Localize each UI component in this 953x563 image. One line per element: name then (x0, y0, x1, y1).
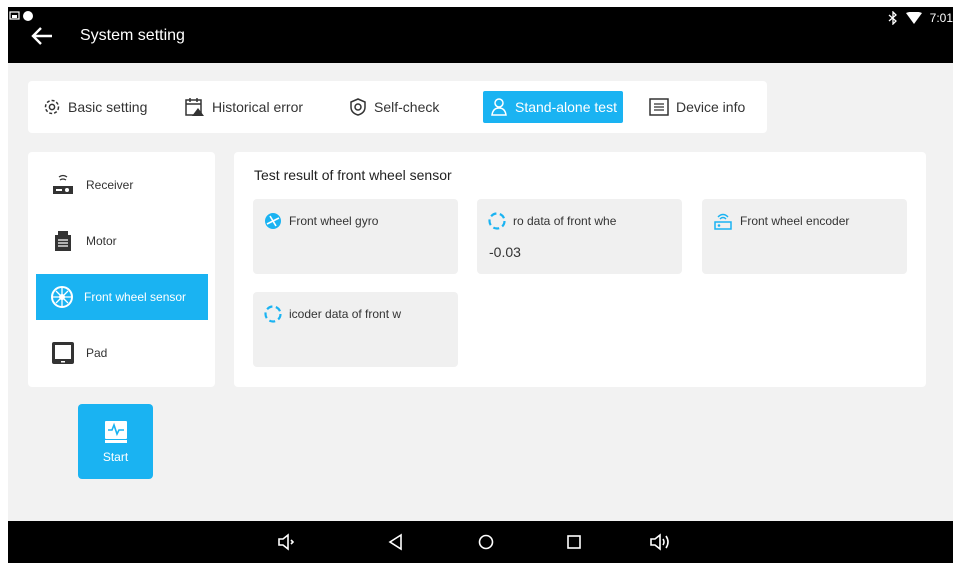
loading-ring-icon (488, 212, 506, 230)
back-arrow-icon[interactable] (30, 25, 54, 52)
sidebar-item-label: Front wheel sensor (84, 290, 187, 304)
tab-stand-alone-test[interactable]: Stand-alone test (483, 91, 623, 123)
shield-check-icon (350, 98, 366, 116)
recents-square-icon[interactable] (564, 532, 584, 552)
tab-label: Device info (676, 99, 746, 115)
person-icon (491, 98, 507, 116)
wheel-icon (51, 286, 73, 308)
card-value: -0.03 (489, 244, 521, 260)
calendar-warning-icon (185, 98, 204, 116)
start-label: Start (102, 449, 129, 464)
card-label: Front wheel gyro (289, 214, 379, 228)
monitor-pulse-icon (104, 420, 127, 443)
sidebar: Receiver Motor Front wheel sensor Pad (28, 152, 215, 387)
tab-device-info[interactable]: Device info (642, 91, 751, 123)
wifi-icon (905, 12, 922, 24)
card-gyro-data: ro data of front whe -0.03 (477, 199, 682, 274)
pad-icon (52, 342, 74, 364)
tab-label: Stand-alone test (515, 99, 617, 115)
system-nav-bar (8, 521, 953, 563)
panel-title: Test result of front wheel sensor (254, 167, 452, 183)
status-icons: 7:01 (888, 11, 953, 25)
tab-basic-setting[interactable]: Basic setting (36, 91, 153, 123)
page-title: System setting (80, 27, 185, 44)
info-list-icon (649, 98, 669, 116)
home-circle-icon[interactable] (476, 532, 496, 552)
tab-historical-error[interactable]: Historical error (178, 91, 309, 123)
tab-label: Self-check (374, 99, 440, 115)
encoder-icon (714, 213, 732, 230)
sidebar-item-label: Motor (86, 234, 117, 248)
title-bar: System setting 7:01 (8, 7, 953, 63)
gear-icon (44, 99, 60, 115)
clock: 7:01 (929, 11, 953, 25)
card-label: icoder data of front w (289, 307, 402, 321)
test-result-panel: Test result of front wheel sensor Front … (234, 152, 926, 387)
tab-label: Basic setting (68, 99, 148, 115)
volume-down-icon[interactable] (276, 532, 298, 552)
sidebar-item-front-wheel-sensor[interactable]: Front wheel sensor (36, 274, 208, 320)
card-label: ro data of front whe (513, 214, 617, 228)
sidebar-item-label: Receiver (86, 178, 134, 192)
bluetooth-icon (888, 11, 897, 25)
tab-label: Historical error (212, 99, 304, 115)
back-triangle-icon[interactable] (386, 532, 406, 552)
motor-icon (55, 231, 71, 251)
card-front-wheel-gyro: Front wheel gyro (253, 199, 458, 274)
card-encoder-data: icoder data of front w (253, 292, 458, 367)
volume-up-icon[interactable] (648, 532, 674, 552)
sidebar-item-label: Pad (86, 346, 108, 360)
app-frame: System setting 7:01 Basic setting Histor… (8, 7, 953, 563)
tab-bar: Basic setting Historical error Self-chec… (28, 81, 767, 133)
card-front-wheel-encoder: Front wheel encoder (702, 199, 907, 274)
sidebar-item-receiver[interactable]: Receiver (36, 162, 208, 208)
sidebar-item-pad[interactable]: Pad (36, 330, 208, 376)
start-button[interactable]: Start (78, 404, 153, 479)
loading-ring-icon (264, 305, 282, 323)
sidebar-item-motor[interactable]: Motor (36, 218, 208, 264)
gyro-icon (265, 213, 281, 229)
receiver-icon (53, 174, 73, 194)
tab-self-check[interactable]: Self-check (342, 91, 445, 123)
card-label: Front wheel encoder (740, 214, 850, 228)
